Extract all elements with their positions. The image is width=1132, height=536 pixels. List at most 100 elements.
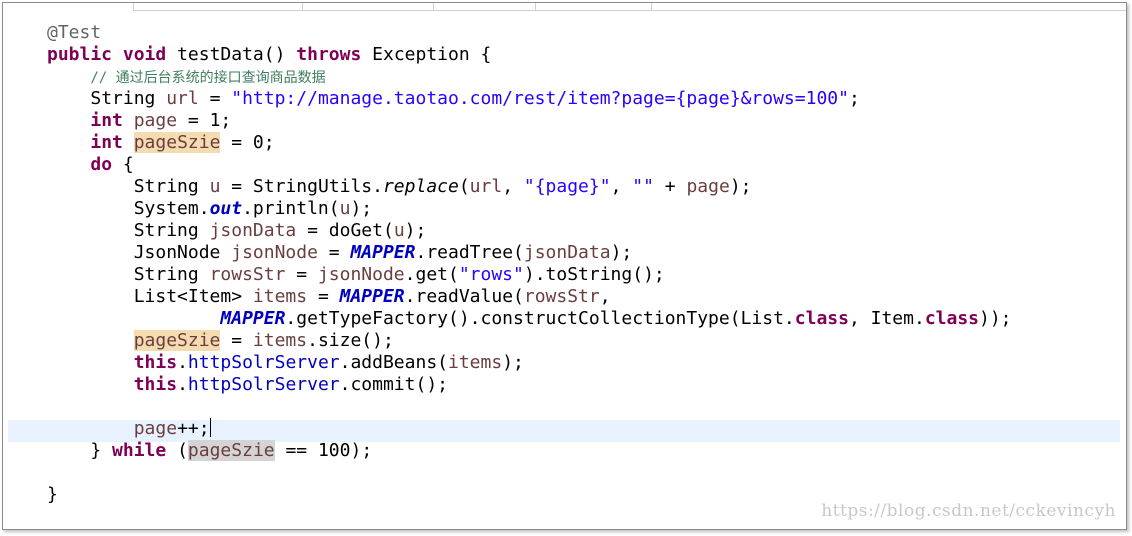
code-line-2: public void testData() throws Exception … <box>47 44 1117 66</box>
code-text: = doGet( <box>296 220 394 241</box>
code-text: System. <box>133 198 210 219</box>
code-line-11: JsonNode jsonNode = MAPPER.readTree(json… <box>47 242 1117 264</box>
keyword: throws <box>296 44 362 65</box>
code-text: ).toString(); <box>523 264 665 285</box>
local-variable: page <box>686 176 730 197</box>
code-text: ); <box>729 176 752 197</box>
keyword: int <box>90 110 123 131</box>
local-variable: jsonData <box>209 220 297 241</box>
code-line-17: this.httpSolrServer.commit(); <box>47 374 1117 396</box>
occurrence-highlight: pageSzie <box>133 330 221 351</box>
code-line-14: MAPPER.getTypeFactory().constructCollect… <box>47 308 1117 330</box>
keyword: class <box>924 308 979 329</box>
local-variable: u <box>209 176 221 197</box>
code-text: = <box>307 286 340 307</box>
code-line-13: List<Item> items = MAPPER.readValue(rows… <box>47 286 1117 308</box>
watermark: https://blog.csdn.net/cckevincyh <box>821 501 1116 521</box>
code-text: = <box>285 264 318 285</box>
local-variable: jsonNode <box>231 242 318 263</box>
code-text: String <box>133 220 210 241</box>
code-text: + <box>653 176 687 197</box>
local-variable: u <box>339 198 351 219</box>
code-text: { <box>112 154 134 175</box>
local-variable: url <box>469 176 503 197</box>
code-text: , <box>599 286 611 307</box>
code-text: .readTree( <box>415 242 524 263</box>
code-text: . <box>177 374 188 395</box>
code-text: = 0; <box>220 132 275 153</box>
code-text: ); <box>502 352 524 373</box>
keyword: this <box>133 352 178 373</box>
code-text: .println( <box>242 198 340 219</box>
code-line-7: do { <box>47 154 1117 176</box>
code-line-10: String jsonData = doGet(u); <box>47 220 1117 242</box>
code-line-6: int pageSzie = 0; <box>47 132 1117 154</box>
static-field: MAPPER <box>350 242 416 263</box>
code-text: ( <box>458 176 470 197</box>
code-text: .addBeans( <box>339 352 448 373</box>
annotation: @Test <box>47 22 102 43</box>
local-variable: url <box>166 88 199 109</box>
code-text: = <box>198 88 232 109</box>
local-variable: items <box>252 330 308 351</box>
code-line-4: String url = "http://manage.taotao.com/r… <box>47 88 1117 110</box>
code-line-1: @Test <box>47 22 1117 44</box>
closing-brace: } <box>47 484 58 505</box>
local-variable: page <box>133 418 178 439</box>
keyword: int <box>90 132 123 153</box>
static-field: MAPPER <box>220 308 286 329</box>
code-text: ; <box>848 88 860 109</box>
code-text: , <box>502 176 524 197</box>
keyword: class <box>794 308 849 329</box>
code-text: ( <box>166 440 188 461</box>
local-variable: jsonNode <box>317 264 405 285</box>
code-text: = <box>220 330 253 351</box>
code-line-19: page++; <box>47 418 1117 440</box>
code-text: String <box>133 264 210 285</box>
occurrence-highlight: pageSzie <box>133 132 221 153</box>
code-text: .commit(); <box>339 374 448 395</box>
static-field: MAPPER <box>339 286 405 307</box>
code-line-5: int page = 1; <box>47 110 1117 132</box>
string-literal: "" <box>632 176 654 197</box>
occurrence-highlight: pageSzie <box>187 440 275 461</box>
string-literal: "rows" <box>458 264 524 285</box>
code-line-20: } while (pageSzie == 100); <box>47 440 1117 462</box>
code-text: ); <box>350 198 373 219</box>
text-cursor <box>209 418 211 437</box>
keyword: do <box>90 154 113 175</box>
static-method: replace <box>382 176 459 197</box>
code-line-8: String u = StringUtils.replace(url, "{pa… <box>47 176 1117 198</box>
local-variable: rowsStr <box>523 286 600 307</box>
string-literal: "http://manage.taotao.com/rest/item?page… <box>231 88 849 109</box>
code-line-16: this.httpSolrServer.addBeans(items); <box>47 352 1117 374</box>
tab-strip-border <box>133 10 1126 11</box>
code-line-9: System.out.println(u); <box>47 198 1117 220</box>
code-text: = 1; <box>177 110 232 131</box>
code-text: .get( <box>404 264 459 285</box>
code-text: .size(); <box>307 330 394 351</box>
code-text: = StringUtils. <box>220 176 383 197</box>
code-text: )); <box>979 308 1012 329</box>
field: httpSolrServer <box>187 352 340 373</box>
editor-tab-strip <box>3 3 1126 11</box>
keyword: this <box>133 374 178 395</box>
method-signature: testData() <box>166 44 297 65</box>
code-text: .readValue( <box>404 286 524 307</box>
code-text: = <box>317 242 351 263</box>
static-field: out <box>209 198 243 219</box>
local-variable: items <box>448 352 503 373</box>
field: httpSolrServer <box>187 374 340 395</box>
code-line-12: String rowsStr = jsonNode.get("rows").to… <box>47 264 1117 286</box>
code-editor-window: @Test public void testData() throws Exce… <box>2 2 1127 530</box>
code-text: , <box>610 176 633 197</box>
keyword: public <box>47 44 113 65</box>
code-text: == 100); <box>274 440 373 461</box>
code-area[interactable]: @Test public void testData() throws Exce… <box>47 22 1117 506</box>
local-variable: page <box>133 110 178 131</box>
code-text: List<Item> <box>133 286 253 307</box>
code-text: ++; <box>177 418 210 439</box>
